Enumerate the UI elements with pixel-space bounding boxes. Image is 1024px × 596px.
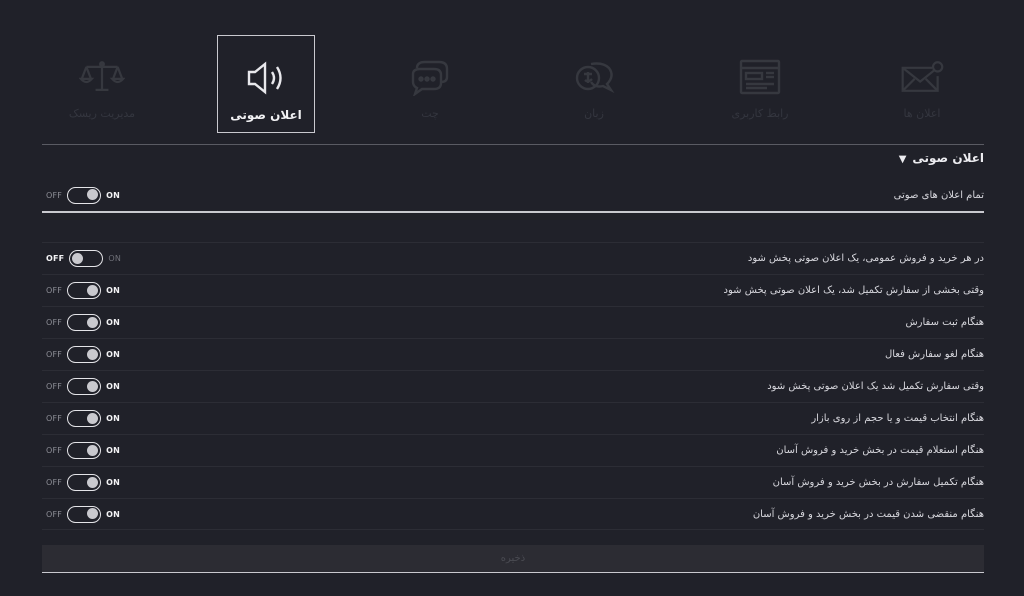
settings-tabs: مدیریت ریسک اعلان صوتی چت زبان رابط کارب… bbox=[0, 0, 1024, 134]
toggle-knob bbox=[87, 316, 99, 328]
setting-row: هنگام تکمیل سفارش در بخش خرید و فروش آسا… bbox=[42, 466, 984, 498]
setting-toggle[interactable]: OFF ON bbox=[46, 499, 120, 529]
toggle-off-label: OFF bbox=[46, 414, 63, 423]
toggle-knob bbox=[87, 444, 99, 456]
setting-row: هنگام ثبت سفارش OFF ON bbox=[42, 306, 984, 338]
setting-label: هنگام لغو سفارش فعال bbox=[884, 349, 984, 360]
tab-label: اعلان صوتی bbox=[230, 108, 302, 122]
toggle-on-label: ON bbox=[106, 286, 121, 295]
setting-toggle[interactable]: OFF ON bbox=[46, 243, 121, 274]
toggle-on-label: ON bbox=[106, 382, 121, 391]
toggle-switch[interactable] bbox=[67, 314, 102, 331]
toggle-on-label: ON bbox=[106, 414, 121, 423]
setting-label: هنگام تکمیل سفارش در بخش خرید و فروش آسا… bbox=[772, 477, 984, 488]
toggle-on-label: ON bbox=[106, 350, 121, 359]
setting-label: هنگام استعلام قیمت در بخش خرید و فروش آس… bbox=[776, 445, 984, 456]
toggle-knob bbox=[87, 189, 99, 200]
setting-row: در هر خرید و فروش عمومی، یک اعلان صوتی پ… bbox=[42, 242, 984, 274]
layout-icon bbox=[737, 57, 783, 97]
toggle-on-label: ON bbox=[106, 318, 121, 327]
setting-row: وقتی بخشی از سفارش تکمیل شد، یک اعلان صو… bbox=[42, 274, 984, 306]
setting-row: هنگام منقضی شدن قیمت در بخش خرید و فروش … bbox=[42, 498, 984, 530]
toggle-off-label: OFF bbox=[46, 350, 63, 359]
toggle-switch[interactable] bbox=[67, 346, 102, 363]
tab-label: زبان bbox=[584, 107, 604, 120]
master-toggle-row: تمام اعلان های صوتی OFF ON bbox=[42, 182, 984, 208]
toggle-switch[interactable] bbox=[67, 410, 102, 427]
setting-label: وقتی بخشی از سفارش تکمیل شد، یک اعلان صو… bbox=[723, 285, 984, 296]
toggle-on-label: ON bbox=[108, 254, 122, 263]
toggle-off-label: OFF bbox=[46, 382, 63, 391]
toggle-switch[interactable] bbox=[69, 250, 104, 267]
section-title: اعلان صوتی bbox=[912, 151, 984, 165]
setting-toggle[interactable]: OFF ON bbox=[46, 275, 120, 306]
toggle-knob bbox=[72, 252, 84, 264]
setting-toggle[interactable]: OFF ON bbox=[46, 403, 120, 434]
setting-toggle[interactable]: OFF ON bbox=[46, 307, 120, 338]
scale-icon bbox=[79, 57, 125, 97]
toggle-knob bbox=[87, 348, 99, 360]
setting-row: هنگام استعلام قیمت در بخش خرید و فروش آس… bbox=[42, 434, 984, 466]
toggle-on-label: ON bbox=[106, 509, 121, 519]
toggle-off-label: OFF bbox=[46, 478, 63, 487]
toggle-off-label: OFF bbox=[46, 446, 63, 455]
setting-row: هنگام لغو سفارش فعال OFF ON bbox=[42, 338, 984, 370]
section-divider bbox=[42, 144, 984, 145]
tab-chat[interactable]: چت bbox=[381, 35, 479, 133]
tab-notifications[interactable]: اعلان ها bbox=[873, 35, 971, 133]
chat-icon bbox=[407, 57, 453, 97]
tab-label: رابط کاربری bbox=[731, 107, 789, 120]
toggle-off-label: OFF bbox=[46, 254, 65, 263]
tab-user-interface[interactable]: رابط کاربری bbox=[711, 35, 809, 133]
toggle-knob bbox=[87, 476, 99, 488]
setting-label: هنگام منقضی شدن قیمت در بخش خرید و فروش … bbox=[752, 508, 984, 520]
toggle-off-label: OFF bbox=[46, 286, 63, 295]
toggle-on-label: ON bbox=[106, 446, 121, 455]
tab-label: مدیریت ریسک bbox=[68, 107, 136, 120]
setting-row: هنگام انتخاب قیمت و یا حجم از روی بازار O… bbox=[42, 402, 984, 434]
setting-toggle[interactable]: OFF ON bbox=[46, 435, 120, 466]
toggle-off-label: OFF bbox=[46, 318, 63, 327]
setting-toggle[interactable]: OFF ON bbox=[46, 339, 120, 370]
toggle-knob bbox=[87, 412, 99, 424]
setting-label: هنگام ثبت سفارش bbox=[905, 317, 984, 328]
master-toggle[interactable]: OFF ON bbox=[46, 182, 120, 208]
toggle-switch[interactable] bbox=[67, 442, 102, 459]
mail-notification-icon bbox=[899, 57, 945, 97]
toggle-knob bbox=[87, 284, 99, 296]
setting-row: وقتی سفارش تکمیل شد یک اعلان صوتی پخش شو… bbox=[42, 370, 984, 402]
toggle-on-label: ON bbox=[106, 190, 121, 200]
toggle-knob bbox=[87, 508, 99, 519]
toggle-switch[interactable] bbox=[67, 474, 102, 491]
settings-list: در هر خرید و فروش عمومی، یک اعلان صوتی پ… bbox=[42, 242, 984, 530]
tab-risk-management[interactable]: مدیریت ریسک bbox=[53, 35, 151, 133]
setting-toggle[interactable]: OFF ON bbox=[46, 371, 120, 402]
tab-audio-notification[interactable]: اعلان صوتی bbox=[217, 35, 315, 133]
tab-label: اعلان ها bbox=[903, 107, 941, 120]
toggle-on-label: ON bbox=[106, 478, 121, 487]
tab-language[interactable]: زبان bbox=[545, 35, 643, 133]
master-toggle-label: تمام اعلان های صوتی bbox=[893, 189, 984, 201]
language-icon bbox=[571, 57, 617, 97]
toggle-switch[interactable] bbox=[67, 505, 102, 523]
section-header[interactable]: اعلان صوتی ▼ bbox=[899, 150, 984, 166]
setting-label: در هر خرید و فروش عمومی، یک اعلان صوتی پ… bbox=[747, 253, 984, 264]
setting-toggle[interactable]: OFF ON bbox=[46, 467, 120, 498]
toggle-off-label: OFF bbox=[46, 509, 63, 519]
toggle-knob bbox=[87, 380, 99, 392]
save-button[interactable]: ذخیره bbox=[42, 545, 984, 573]
setting-label: هنگام انتخاب قیمت و یا حجم از روی بازار bbox=[811, 413, 984, 424]
toggle-off-label: OFF bbox=[46, 190, 63, 200]
tab-label: چت bbox=[421, 107, 439, 120]
setting-label: وقتی سفارش تکمیل شد یک اعلان صوتی پخش شو… bbox=[767, 381, 984, 392]
speaker-icon bbox=[243, 58, 289, 98]
settings-page: مدیریت ریسک اعلان صوتی چت زبان رابط کارب… bbox=[0, 0, 1024, 596]
master-underline bbox=[42, 211, 984, 213]
toggle-switch[interactable] bbox=[67, 186, 102, 204]
toggle-switch[interactable] bbox=[67, 282, 102, 299]
toggle-switch[interactable] bbox=[67, 378, 102, 395]
chevron-down-icon: ▼ bbox=[898, 153, 907, 165]
